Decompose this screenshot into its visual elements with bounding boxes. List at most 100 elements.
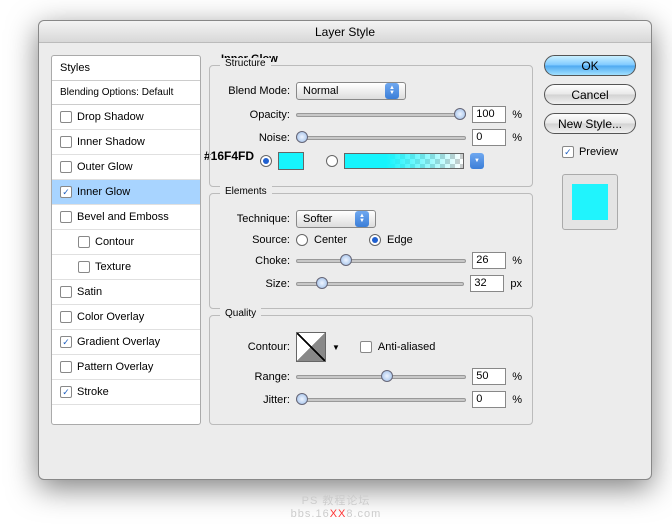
style-item-label: Inner Glow (77, 186, 130, 198)
layer-style-dialog: Layer Style Styles Blending Options: Def… (38, 20, 652, 480)
style-item-gradient-overlay[interactable]: ✓Gradient Overlay (52, 330, 200, 355)
styles-list: Styles Blending Options: Default Drop Sh… (51, 55, 201, 425)
noise-slider[interactable] (296, 131, 466, 145)
style-item-bevel-and-emboss[interactable]: Bevel and Emboss (52, 205, 200, 230)
elements-legend: Elements (220, 186, 272, 197)
gradient-radio[interactable] (326, 155, 338, 167)
opacity-slider[interactable] (296, 108, 466, 122)
style-item-label: Bevel and Emboss (77, 211, 169, 223)
style-checkbox[interactable] (60, 111, 72, 123)
cancel-button[interactable]: Cancel (544, 84, 636, 105)
effect-settings-panel: Inner Glow #16F4FD Structure Blend Mode:… (209, 55, 533, 425)
size-slider[interactable] (296, 277, 464, 291)
choke-unit: % (512, 255, 522, 267)
blend-mode-label: Blend Mode: (220, 85, 290, 97)
opacity-unit: % (512, 109, 522, 121)
style-checkbox[interactable] (78, 236, 90, 248)
range-slider[interactable] (296, 370, 466, 384)
style-item-label: Color Overlay (77, 311, 144, 323)
jitter-slider[interactable] (296, 393, 466, 407)
size-label: Size: (220, 278, 290, 290)
opacity-input[interactable]: 100 (472, 106, 506, 123)
style-item-label: Drop Shadow (77, 111, 144, 123)
gradient-preview[interactable] (344, 153, 464, 169)
contour-label: Contour: (220, 341, 290, 353)
style-checkbox[interactable] (60, 136, 72, 148)
new-style-button[interactable]: New Style... (544, 113, 636, 134)
elements-group: Elements Technique: Softer ▲▼ Source: Ce… (209, 193, 533, 309)
source-center-radio[interactable] (296, 234, 308, 246)
choke-slider[interactable] (296, 254, 466, 268)
choke-input[interactable]: 26 (472, 252, 506, 269)
style-checkbox[interactable] (60, 286, 72, 298)
watermark: PS 教程论坛 bbs.16XX8.com (0, 492, 672, 520)
watermark-line2: bbs.16XX8.com (0, 508, 672, 520)
noise-unit: % (512, 132, 522, 144)
structure-group: Structure Blend Mode: Normal ▲▼ Opacity:… (209, 65, 533, 187)
quality-group: Quality Contour: ▼ Anti-aliased Range: 5… (209, 315, 533, 425)
style-checkbox[interactable] (60, 311, 72, 323)
style-checkbox[interactable] (60, 161, 72, 173)
preview-thumbnail (562, 174, 618, 230)
preview-checkbox[interactable]: ✓ (562, 146, 574, 158)
anti-alias-label: Anti-aliased (378, 341, 435, 353)
source-center-label: Center (314, 234, 347, 246)
range-input[interactable]: 50 (472, 368, 506, 385)
styles-header[interactable]: Styles (52, 56, 200, 81)
style-checkbox[interactable]: ✓ (60, 336, 72, 348)
source-edge-radio[interactable] (369, 234, 381, 246)
style-checkbox[interactable]: ✓ (60, 386, 72, 398)
source-label: Source: (220, 234, 290, 246)
anti-alias-checkbox[interactable] (360, 341, 372, 353)
dialog-content: Styles Blending Options: Default Drop Sh… (39, 43, 651, 437)
dialog-buttons: OK Cancel New Style... ✓ Preview (541, 55, 639, 425)
ok-button[interactable]: OK (544, 55, 636, 76)
watermark-line1: PS 教程论坛 (0, 492, 672, 508)
window-title: Layer Style (39, 21, 651, 43)
style-item-label: Inner Shadow (77, 136, 145, 148)
jitter-unit: % (512, 394, 522, 406)
style-item-texture[interactable]: Texture (52, 255, 200, 280)
style-item-stroke[interactable]: ✓ Stroke (52, 380, 200, 405)
style-checkbox[interactable] (60, 211, 72, 223)
structure-legend: Structure (220, 58, 271, 69)
jitter-input[interactable]: 0 (472, 391, 506, 408)
range-unit: % (512, 371, 522, 383)
solid-color-radio[interactable] (260, 155, 272, 167)
style-item-outer-glow[interactable]: Outer Glow (52, 155, 200, 180)
style-checkbox[interactable] (60, 361, 72, 373)
blending-options-row[interactable]: Blending Options: Default (52, 81, 200, 105)
style-item-label: Texture (95, 261, 131, 273)
technique-value: Softer (303, 213, 332, 225)
preview-label: Preview (579, 146, 618, 158)
style-item-label: Satin (77, 286, 102, 298)
contour-dropdown-icon[interactable]: ▼ (332, 343, 340, 352)
contour-picker[interactable] (296, 332, 326, 362)
noise-input[interactable]: 0 (472, 129, 506, 146)
size-input[interactable]: 32 (470, 275, 504, 292)
style-item-label: Stroke (77, 386, 109, 398)
style-item-contour[interactable]: Contour (52, 230, 200, 255)
range-label: Range: (220, 371, 290, 383)
style-item-drop-shadow[interactable]: Drop Shadow (52, 105, 200, 130)
gradient-dropdown-icon[interactable]: ▼ (470, 153, 484, 169)
chevron-updown-icon: ▲▼ (385, 83, 399, 99)
technique-select[interactable]: Softer ▲▼ (296, 210, 376, 228)
style-checkbox[interactable]: ✓ (60, 186, 72, 198)
style-item-pattern-overlay[interactable]: Pattern Overlay (52, 355, 200, 380)
style-checkbox[interactable] (78, 261, 90, 273)
style-item-color-overlay[interactable]: Color Overlay (52, 305, 200, 330)
style-item-inner-shadow[interactable]: Inner Shadow (52, 130, 200, 155)
opacity-label: Opacity: (220, 109, 290, 121)
quality-legend: Quality (220, 308, 261, 319)
choke-label: Choke: (220, 255, 290, 267)
style-item-satin[interactable]: Satin (52, 280, 200, 305)
style-item-label: Outer Glow (77, 161, 133, 173)
style-item-inner-glow[interactable]: ✓ Inner Glow (52, 180, 200, 205)
noise-label: Noise: (220, 132, 290, 144)
preview-swatch (572, 184, 608, 220)
source-edge-label: Edge (387, 234, 413, 246)
blend-mode-select[interactable]: Normal ▲▼ (296, 82, 406, 100)
color-swatch[interactable] (278, 152, 304, 170)
blend-mode-value: Normal (303, 85, 338, 97)
